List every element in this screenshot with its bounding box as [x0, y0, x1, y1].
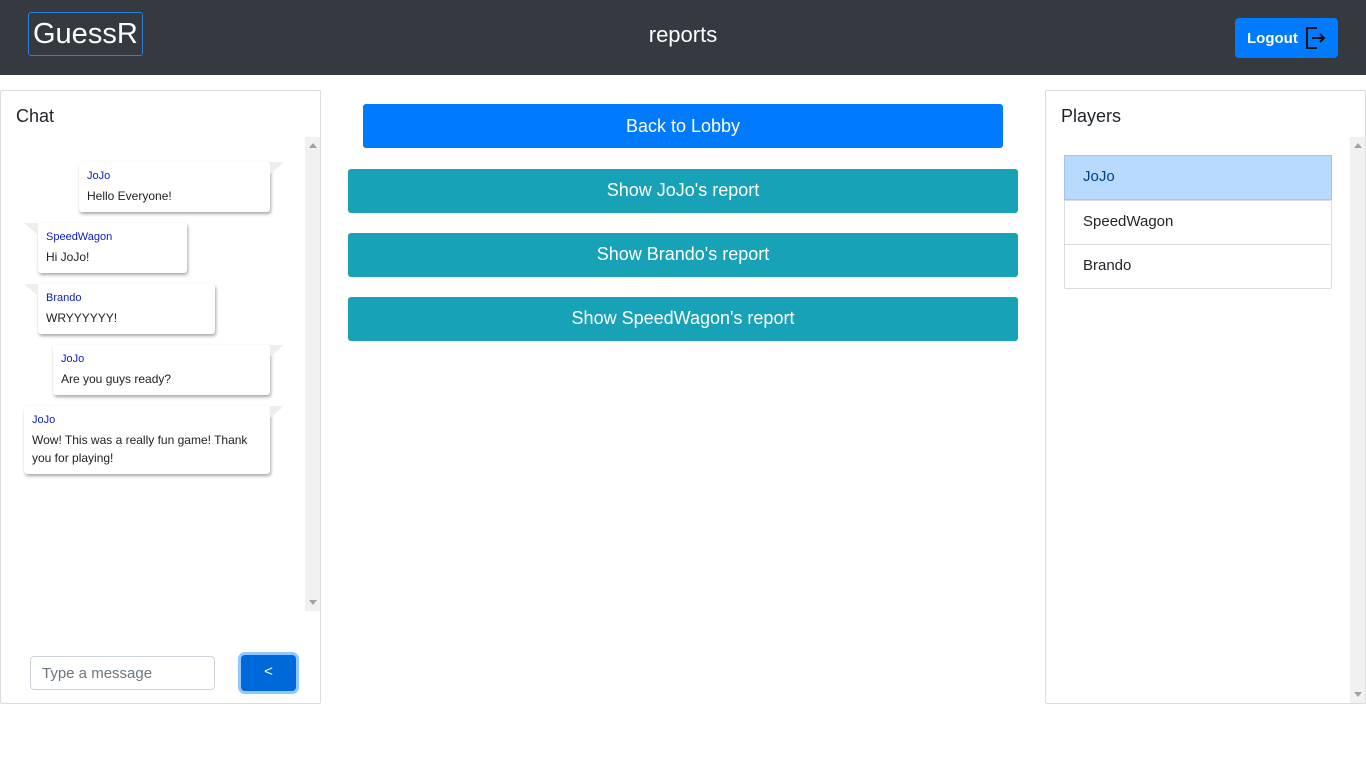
chat-message: JoJo Are you guys ready? [53, 345, 284, 395]
chat-message: JoJo Wow! This was a really fun game! Th… [24, 406, 284, 474]
message-text: Are you guys ready? [61, 372, 172, 386]
message-text: Wow! This was a really fun game! Thank y… [32, 433, 248, 465]
player-item[interactable]: JoJo [1064, 155, 1332, 200]
message-author: JoJo [32, 414, 56, 426]
send-button[interactable]: < [241, 655, 296, 691]
players-list: JoJo SpeedWagon Brando [1064, 155, 1332, 289]
show-report-button[interactable]: Show Brando's report [348, 233, 1018, 277]
message-text: Hi JoJo! [46, 250, 90, 264]
message-text: WRYYYYYY! [46, 311, 118, 325]
show-report-button[interactable]: Show SpeedWagon's report [348, 297, 1018, 341]
navbar: GuessR reports Logout [0, 0, 1366, 75]
page-title: reports [648, 22, 718, 47]
player-item[interactable]: Brando [1065, 244, 1331, 288]
logout-label: Logout [1247, 29, 1298, 47]
show-report-button[interactable]: Show JoJo's report [348, 169, 1018, 213]
scroll-up-arrow-icon[interactable] [309, 143, 317, 148]
chat-messages[interactable]: JoJo Hello Everyone! SpeedWagon Hi JoJo!… [1, 137, 320, 611]
message-author: JoJo [61, 353, 85, 365]
chat-message-input[interactable] [30, 656, 215, 690]
message-author: SpeedWagon [46, 231, 113, 243]
message-text: Hello Everyone! [87, 189, 172, 203]
message-author: JoJo [87, 170, 111, 182]
chat-message: JoJo Hello Everyone! [79, 162, 284, 212]
back-to-lobby-button[interactable]: Back to Lobby [363, 104, 1003, 148]
chat-message: Brando WRYYYYYY! [24, 284, 215, 334]
players-panel: Players JoJo SpeedWagon Brando [1045, 90, 1366, 704]
chat-title: Chat [16, 106, 55, 126]
scroll-down-arrow-icon[interactable] [1354, 692, 1362, 697]
players-title: Players [1061, 106, 1122, 126]
players-scrollbar[interactable] [1350, 137, 1365, 703]
message-author: Brando [46, 292, 82, 304]
logout-icon [1306, 27, 1326, 49]
scroll-down-arrow-icon[interactable] [309, 600, 317, 605]
chat-scrollbar[interactable] [305, 137, 320, 611]
logout-button[interactable]: Logout [1235, 18, 1338, 58]
scroll-up-arrow-icon[interactable] [1354, 143, 1362, 148]
chat-panel: Chat JoJo Hello Everyone! SpeedWagon Hi … [0, 90, 321, 704]
chat-message: SpeedWagon Hi JoJo! [24, 223, 187, 273]
player-item[interactable]: SpeedWagon [1065, 200, 1331, 244]
